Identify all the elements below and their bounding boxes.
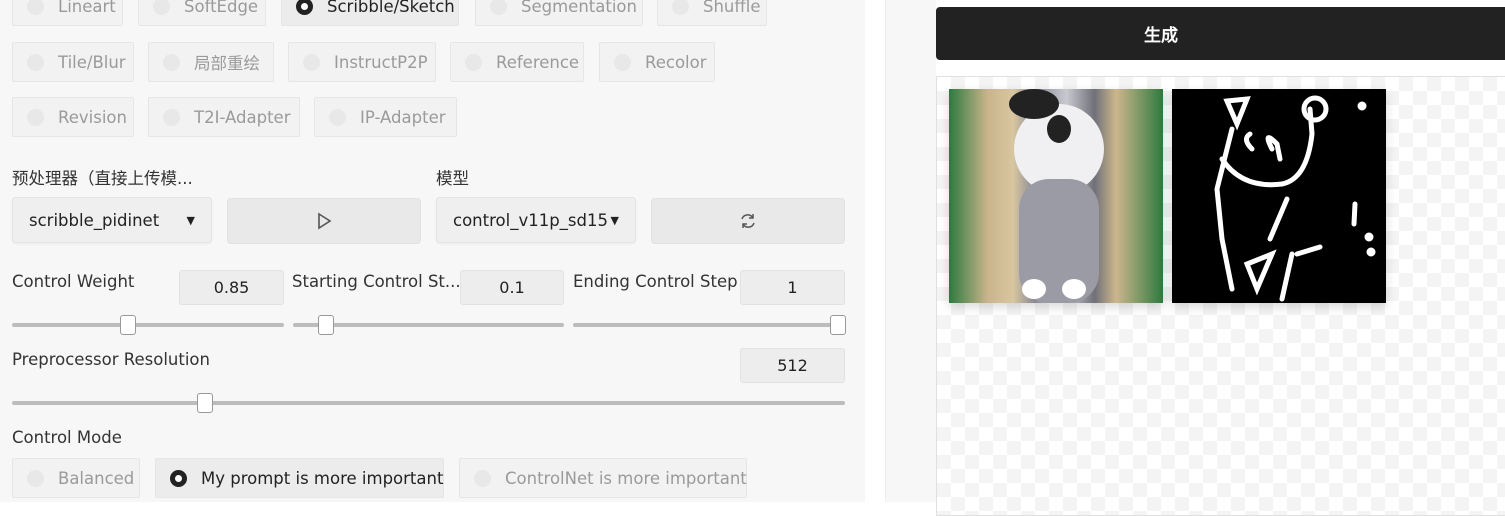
scribble-image — [1214, 95, 1376, 302]
control-type-radio[interactable]: Scribble/Sketch — [281, 0, 459, 26]
control-weight-label: Control Weight — [12, 272, 135, 291]
radio-icon — [27, 0, 44, 15]
controlnet-panel: Lineart SoftEdge Scribble/Sketch Segmentati… — [0, 0, 865, 502]
radio-label: Balanced — [58, 468, 135, 488]
ending-step-input[interactable]: 1 — [740, 270, 845, 305]
control-mode-radio[interactable]: Balanced — [12, 458, 140, 498]
radio-label: My prompt is more important — [201, 468, 444, 488]
radio-label: Recolor — [645, 52, 707, 72]
radio-label: InstructP2P — [334, 52, 428, 72]
radio-icon — [303, 53, 320, 71]
starting-step-label: Starting Control St... — [292, 272, 461, 291]
refresh-models-button[interactable] — [651, 198, 845, 244]
starting-step-slider[interactable] — [293, 315, 564, 335]
radio-icon — [153, 0, 170, 15]
preprocessor-result-thumbnail[interactable] — [1172, 89, 1386, 303]
generate-button[interactable]: 生成 — [936, 7, 1505, 60]
control-type-radio[interactable]: Shuffle — [657, 0, 767, 26]
preprocessor-dropdown[interactable]: scribble_pidinet ▼ — [12, 197, 212, 243]
preprocessor-label: 预处理器（直接上传模... — [12, 169, 193, 188]
control-type-radio[interactable]: Recolor — [599, 42, 715, 82]
preprocessor-value: scribble_pidinet — [29, 210, 160, 230]
control-mode-label: Control Mode — [12, 428, 122, 447]
radio-icon — [163, 108, 180, 126]
control-type-radio[interactable]: Tile/Blur — [12, 42, 134, 82]
radio-icon — [672, 0, 689, 15]
radio-icon — [614, 53, 631, 71]
resolution-input[interactable]: 512 — [740, 348, 845, 383]
radio-icon — [170, 469, 187, 487]
refresh-icon — [741, 214, 755, 228]
radio-icon — [465, 53, 482, 71]
control-type-radio[interactable]: Revision — [12, 97, 134, 137]
radio-label: ControlNet is more important — [505, 468, 747, 488]
radio-icon — [27, 108, 44, 126]
model-dropdown[interactable]: control_v11p_sd15 ▼ — [436, 197, 636, 243]
slider-thumb[interactable] — [830, 315, 846, 335]
control-type-radio[interactable]: InstructP2P — [288, 42, 436, 82]
radio-label: Shuffle — [703, 0, 761, 16]
radio-icon — [490, 0, 507, 15]
control-mode-radio[interactable]: ControlNet is more important — [459, 458, 747, 498]
run-preprocessor-button[interactable] — [227, 198, 421, 244]
generated-image-thumbnail[interactable] — [949, 89, 1163, 303]
slider-thumb[interactable] — [197, 393, 213, 413]
radio-label: T2I-Adapter — [194, 107, 291, 127]
play-icon — [318, 212, 332, 230]
model-value: control_v11p_sd15 — [453, 210, 608, 230]
control-weight-input[interactable]: 0.85 — [179, 270, 284, 305]
radio-label: Lineart — [58, 0, 116, 16]
radio-icon — [27, 53, 44, 71]
resolution-slider[interactable] — [12, 393, 845, 413]
slider-thumb[interactable] — [120, 315, 136, 335]
slider-thumb[interactable] — [318, 315, 334, 335]
control-type-radio[interactable]: IP-Adapter — [314, 97, 457, 137]
model-label: 模型 — [436, 169, 469, 188]
output-gallery — [936, 76, 1505, 516]
control-type-radio[interactable]: SoftEdge — [138, 0, 266, 26]
radio-label: SoftEdge — [184, 0, 259, 16]
resolution-label: Preprocessor Resolution — [12, 350, 210, 369]
chevron-down-icon: ▼ — [186, 213, 195, 227]
radio-label: Tile/Blur — [58, 52, 126, 72]
radio-icon — [27, 469, 44, 487]
starting-step-input[interactable]: 0.1 — [460, 270, 564, 305]
control-type-radio[interactable]: Lineart — [12, 0, 123, 26]
control-type-radio[interactable]: 局部重绘 — [148, 42, 274, 82]
control-type-radio[interactable]: Segmentation — [475, 0, 643, 26]
control-type-radio[interactable]: Reference — [450, 42, 584, 82]
ending-step-slider[interactable] — [573, 315, 846, 335]
radio-label: Reference — [496, 52, 580, 72]
radio-label: IP-Adapter — [360, 107, 446, 127]
gutter — [885, 0, 936, 502]
control-weight-slider[interactable] — [12, 315, 284, 335]
radio-label: Revision — [58, 107, 127, 127]
radio-icon — [296, 0, 313, 15]
radio-icon — [163, 53, 180, 71]
control-mode-radio[interactable]: My prompt is more important — [155, 458, 444, 498]
ending-step-label: Ending Control Step — [573, 272, 738, 291]
panda-image — [1009, 89, 1104, 303]
radio-label: 局部重绘 — [194, 54, 260, 73]
control-type-radio[interactable]: T2I-Adapter — [148, 97, 300, 137]
radio-label: Segmentation — [521, 0, 637, 16]
radio-label: Scribble/Sketch — [327, 0, 455, 16]
radio-icon — [329, 108, 346, 126]
chevron-down-icon: ▼ — [610, 213, 619, 227]
radio-icon — [474, 469, 491, 487]
